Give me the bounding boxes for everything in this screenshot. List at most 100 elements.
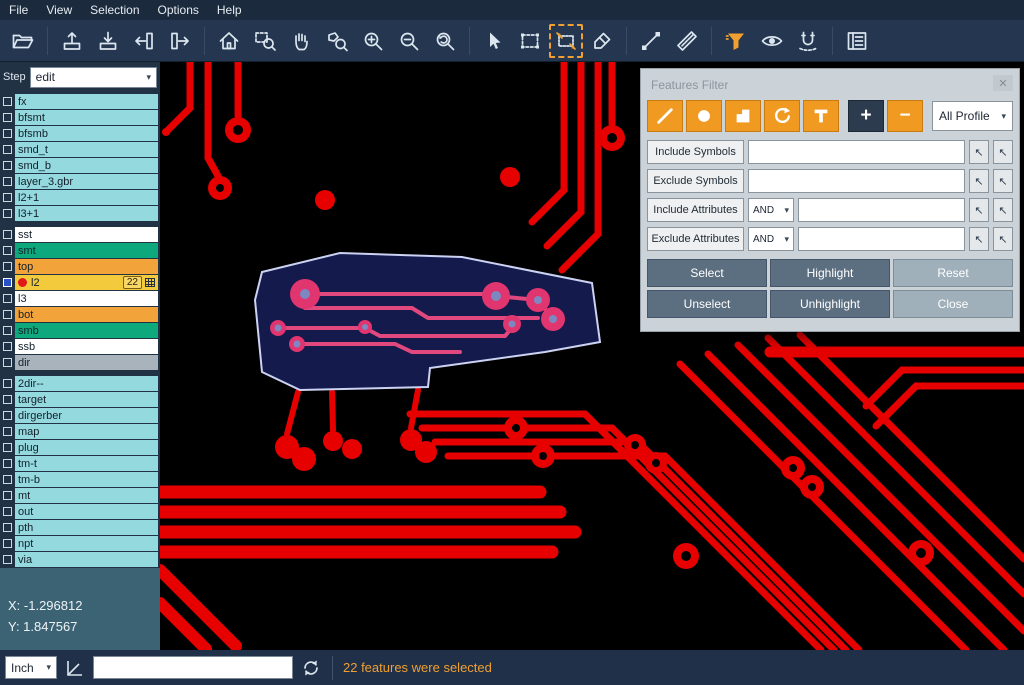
layer-checkbox[interactable] <box>3 161 12 170</box>
layer-checkbox[interactable] <box>3 555 12 564</box>
layer-checkbox[interactable] <box>3 358 12 367</box>
layer-row-tm-t[interactable]: tm-t <box>0 456 160 471</box>
command-input[interactable] <box>93 656 293 679</box>
surface-feature-button[interactable] <box>725 100 761 132</box>
layer-checkbox[interactable] <box>3 459 12 468</box>
layer-row-via[interactable]: via <box>0 552 160 567</box>
layer-checkbox[interactable] <box>3 539 12 548</box>
layer-row-ssb[interactable]: ssb <box>0 339 160 354</box>
layer-row-l2[interactable]: l222 <box>0 275 160 290</box>
layer-cell[interactable]: smd_b <box>15 158 158 173</box>
pick-exclude-symbol-button[interactable]: ↖ <box>969 169 989 193</box>
pan-button[interactable] <box>284 24 318 58</box>
pick-exclude-attribute-button[interactable]: ↖ <box>969 227 989 251</box>
close-icon[interactable]: ✕ <box>993 75 1013 91</box>
step-next-button[interactable] <box>163 24 197 58</box>
layer-checkbox[interactable] <box>3 278 12 287</box>
view-options-button[interactable] <box>755 24 789 58</box>
layer-cell[interactable]: out <box>15 504 158 519</box>
layer-cell[interactable]: sst <box>15 227 158 242</box>
measure-points-button[interactable] <box>634 24 668 58</box>
close-button[interactable]: Close <box>893 290 1013 318</box>
step-prev-button[interactable] <box>127 24 161 58</box>
layer-row-bot[interactable]: bot <box>0 307 160 322</box>
layer-row-smd_t[interactable]: smd_t <box>0 142 160 157</box>
layer-checkbox[interactable] <box>3 523 12 532</box>
layer-cell[interactable]: bfsmb <box>15 126 158 141</box>
include-attributes-operator-select[interactable]: AND ▾ <box>748 198 794 222</box>
layer-row-2dir--[interactable]: 2dir-- <box>0 376 160 391</box>
exclude-symbols-button[interactable]: Exclude Symbols <box>647 169 744 193</box>
pick-include-symbol-button[interactable]: ↖ <box>969 140 989 164</box>
layer-row-map[interactable]: map <box>0 424 160 439</box>
layer-checkbox[interactable] <box>3 145 12 154</box>
open-project-button[interactable] <box>6 24 40 58</box>
menu-item-file[interactable]: File <box>0 0 37 20</box>
step-select[interactable]: edit ▾ <box>30 67 157 88</box>
exclude-symbols-input[interactable] <box>748 169 965 193</box>
home-view-button[interactable] <box>212 24 246 58</box>
pcb-canvas[interactable]: Features Filter ✕ + − All Profile ▾ <box>160 62 1024 650</box>
layer-checkbox[interactable] <box>3 113 12 122</box>
layer-row-out[interactable]: out <box>0 504 160 519</box>
layer-checkbox[interactable] <box>3 193 12 202</box>
layer-cell[interactable]: mt <box>15 488 158 503</box>
layer-cell[interactable]: tm-b <box>15 472 158 487</box>
layer-cell[interactable]: via <box>15 552 158 567</box>
snap-button[interactable] <box>791 24 825 58</box>
layer-cell[interactable]: dir <box>15 355 158 370</box>
layer-checkbox[interactable] <box>3 97 12 106</box>
menu-item-help[interactable]: Help <box>208 0 251 20</box>
layer-cell[interactable]: layer_3.gbr <box>15 174 158 189</box>
include-attributes-button[interactable]: Include Attributes <box>647 198 744 222</box>
layer-checkbox[interactable] <box>3 294 12 303</box>
zoom-fit-button[interactable] <box>428 24 462 58</box>
layer-checkbox[interactable] <box>3 443 12 452</box>
layer-checkbox[interactable] <box>3 326 12 335</box>
step-export-button[interactable] <box>55 24 89 58</box>
layer-row-mt[interactable]: mt <box>0 488 160 503</box>
refresh-button[interactable] <box>300 657 322 679</box>
layer-cell[interactable]: npt <box>15 536 158 551</box>
pointer-button[interactable] <box>477 24 511 58</box>
layer-row-bfsmb[interactable]: bfsmb <box>0 126 160 141</box>
layer-cell[interactable]: l222 <box>15 275 158 290</box>
layer-row-plug[interactable]: plug <box>0 440 160 455</box>
pick-include-attribute-add-button[interactable]: ↖ <box>993 198 1013 222</box>
layer-cell[interactable]: l2+1 <box>15 190 158 205</box>
layer-row-sst[interactable]: sst <box>0 227 160 242</box>
menu-item-selection[interactable]: Selection <box>81 0 148 20</box>
zoom-area-button[interactable] <box>248 24 282 58</box>
arc-feature-button[interactable] <box>764 100 800 132</box>
unit-select[interactable]: Inch ▾ <box>5 656 57 679</box>
layer-cell[interactable]: bfsmt <box>15 110 158 125</box>
layer-cell[interactable]: ssb <box>15 339 158 354</box>
layer-cell[interactable]: bot <box>15 307 158 322</box>
layer-cell[interactable]: smt <box>15 243 158 258</box>
layer-row-fx[interactable]: fx <box>0 94 160 109</box>
layer-cell[interactable]: l3+1 <box>15 206 158 221</box>
pick-include-symbol-add-button[interactable]: ↖ <box>993 140 1013 164</box>
features-filter-button[interactable] <box>719 24 753 58</box>
pad-feature-button[interactable] <box>686 100 722 132</box>
line-feature-button[interactable] <box>647 100 683 132</box>
unselect-button[interactable]: Unselect <box>647 290 767 318</box>
layer-row-target[interactable]: target <box>0 392 160 407</box>
select-features-button[interactable] <box>549 24 583 58</box>
layer-cell[interactable]: map <box>15 424 158 439</box>
include-attributes-input[interactable] <box>798 198 965 222</box>
layer-checkbox[interactable] <box>3 491 12 500</box>
layer-cell[interactable]: top <box>15 259 158 274</box>
reset-button[interactable]: Reset <box>893 259 1013 287</box>
dialog-titlebar[interactable]: Features Filter ✕ <box>647 75 1013 95</box>
layer-cell[interactable]: fx <box>15 94 158 109</box>
layer-row-pth[interactable]: pth <box>0 520 160 535</box>
layer-checkbox[interactable] <box>3 129 12 138</box>
menu-item-options[interactable]: Options <box>149 0 208 20</box>
pick-exclude-attribute-add-button[interactable]: ↖ <box>993 227 1013 251</box>
menu-item-view[interactable]: View <box>37 0 81 20</box>
layer-row-tm-b[interactable]: tm-b <box>0 472 160 487</box>
selection-region[interactable] <box>255 253 600 390</box>
layer-row-layer_3.gbr[interactable]: layer_3.gbr <box>0 174 160 189</box>
include-symbols-button[interactable]: Include Symbols <box>647 140 744 164</box>
